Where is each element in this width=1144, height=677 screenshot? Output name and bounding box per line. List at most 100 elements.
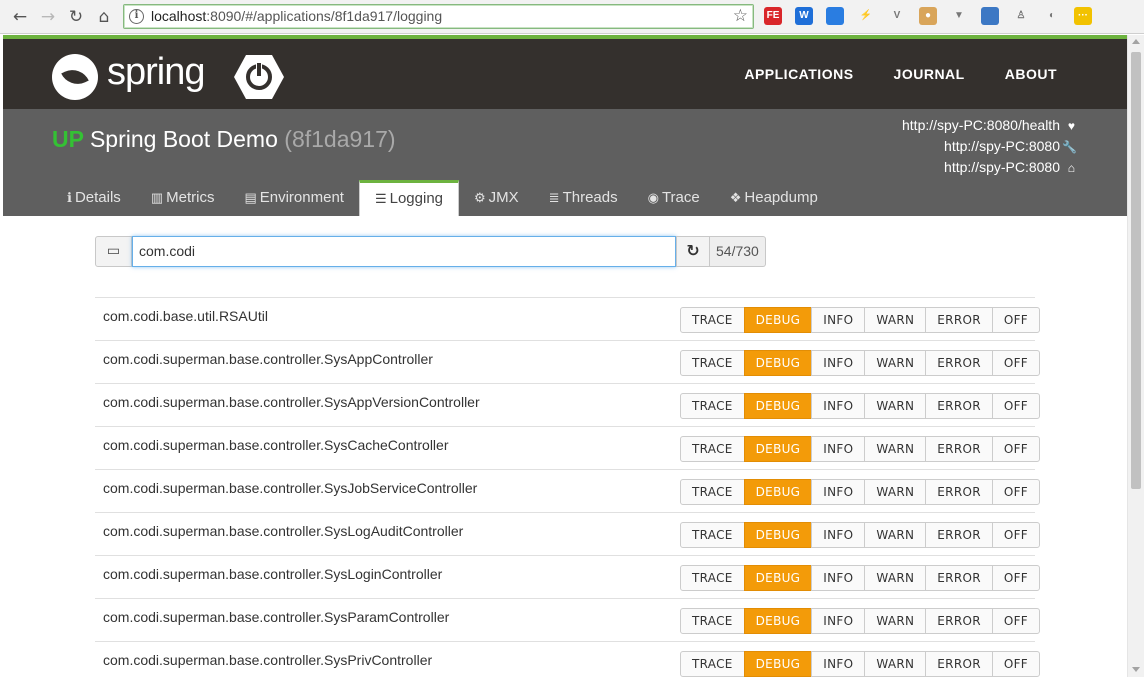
tab-environment[interactable]: ▤ Environment bbox=[229, 180, 359, 216]
level-error-button[interactable]: ERROR bbox=[925, 565, 993, 591]
blue-square-extension-icon[interactable] bbox=[826, 7, 844, 25]
page-scrollbar[interactable] bbox=[1127, 35, 1144, 677]
level-off-button[interactable]: OFF bbox=[991, 608, 1040, 634]
level-info-button[interactable]: INFO bbox=[811, 307, 866, 333]
tab-logging[interactable]: ☰ Logging bbox=[358, 180, 460, 216]
level-error-button[interactable]: ERROR bbox=[925, 393, 993, 419]
level-off-button[interactable]: OFF bbox=[991, 651, 1040, 677]
level-error-button[interactable]: ERROR bbox=[925, 479, 993, 505]
site-info-icon[interactable]: i bbox=[129, 9, 144, 24]
level-warn-button[interactable]: WARN bbox=[864, 608, 927, 634]
window-extension-icon[interactable] bbox=[981, 7, 999, 25]
back-arrow-icon[interactable]: ← bbox=[8, 5, 32, 29]
level-debug-button[interactable]: DEBUG bbox=[743, 479, 813, 505]
level-error-button[interactable]: ERROR bbox=[925, 651, 993, 677]
application-links: http://spy-PC:8080/health ♥ http://spy-PC:… bbox=[902, 115, 1077, 178]
app-link-text: http://spy-PC:8080/health bbox=[902, 117, 1060, 133]
level-warn-button[interactable]: WARN bbox=[864, 307, 927, 333]
cookie-extension-icon[interactable]: ● bbox=[919, 7, 937, 25]
level-trace-button[interactable]: TRACE bbox=[680, 307, 745, 333]
level-off-button[interactable]: OFF bbox=[991, 350, 1040, 376]
tab-trace[interactable]: ◉ Trace bbox=[633, 180, 715, 216]
level-warn-button[interactable]: WARN bbox=[864, 651, 927, 677]
level-trace-button[interactable]: TRACE bbox=[680, 479, 745, 505]
lightning-extension-icon[interactable]: ⚡ bbox=[857, 7, 875, 25]
level-warn-button[interactable]: WARN bbox=[864, 350, 927, 376]
level-trace-button[interactable]: TRACE bbox=[680, 393, 745, 419]
level-warn-button[interactable]: WARN bbox=[864, 522, 927, 548]
level-debug-button[interactable]: DEBUG bbox=[743, 651, 813, 677]
nav-applications[interactable]: APPLICATIONS bbox=[744, 66, 853, 82]
level-trace-button[interactable]: TRACE bbox=[680, 350, 745, 376]
logger-filter-input[interactable]: com.codi bbox=[132, 236, 676, 267]
level-debug-button[interactable]: DEBUG bbox=[743, 307, 813, 333]
level-off-button[interactable]: OFF bbox=[991, 307, 1040, 333]
vue-extension-icon[interactable]: ▼ bbox=[950, 7, 968, 25]
puzzle-extension-icon[interactable]: ♙ bbox=[1012, 7, 1030, 25]
nav-journal[interactable]: JOURNAL bbox=[894, 66, 965, 82]
w-extension-icon[interactable]: W bbox=[795, 7, 813, 25]
level-info-button[interactable]: INFO bbox=[811, 436, 866, 462]
tab-heapdump[interactable]: ❖ Heapdump bbox=[715, 180, 833, 216]
tab-jmx[interactable]: ⚙ JMX bbox=[459, 180, 534, 216]
reload-icon[interactable]: ↻ bbox=[64, 5, 88, 29]
level-error-button[interactable]: ERROR bbox=[925, 307, 993, 333]
level-info-button[interactable]: INFO bbox=[811, 350, 866, 376]
logger-name: com.codi.superman.base.controller.SysLog… bbox=[103, 566, 443, 582]
spring-logo-icon[interactable] bbox=[52, 54, 98, 100]
level-off-button[interactable]: OFF bbox=[991, 393, 1040, 419]
level-trace-button[interactable]: TRACE bbox=[680, 608, 745, 634]
level-trace-button[interactable]: TRACE bbox=[680, 565, 745, 591]
app-link-2[interactable]: http://spy-PC:8080 ⌂ bbox=[902, 157, 1075, 178]
level-off-button[interactable]: OFF bbox=[991, 436, 1040, 462]
level-warn-button[interactable]: WARN bbox=[864, 393, 927, 419]
level-debug-button[interactable]: DEBUG bbox=[743, 436, 813, 462]
level-off-button[interactable]: OFF bbox=[991, 479, 1040, 505]
tab-details[interactable]: ℹ Details bbox=[52, 180, 136, 216]
level-trace-button[interactable]: TRACE bbox=[680, 651, 745, 677]
tab-metrics[interactable]: ▥ Metrics bbox=[136, 180, 230, 216]
level-off-button[interactable]: OFF bbox=[991, 522, 1040, 548]
log-level-buttons: TRACE DEBUG INFO WARN ERROR OFF bbox=[680, 350, 1040, 376]
fe-extension-icon[interactable]: FE bbox=[764, 7, 782, 25]
level-error-button[interactable]: ERROR bbox=[925, 436, 993, 462]
tab-threads[interactable]: ≣ Threads bbox=[534, 180, 633, 216]
folder-icon[interactable]: ▭ bbox=[95, 236, 132, 267]
level-error-button[interactable]: ERROR bbox=[925, 350, 993, 376]
level-debug-button[interactable]: DEBUG bbox=[743, 350, 813, 376]
level-info-button[interactable]: INFO bbox=[811, 608, 866, 634]
nav-about[interactable]: ABOUT bbox=[1005, 66, 1057, 82]
level-off-button[interactable]: OFF bbox=[991, 565, 1040, 591]
scrollbar-thumb[interactable] bbox=[1131, 52, 1141, 489]
scroll-up-arrow-icon[interactable] bbox=[1132, 39, 1140, 44]
circle-extension-icon[interactable]: ◐ bbox=[1043, 7, 1061, 25]
forward-arrow-icon[interactable]: → bbox=[36, 5, 60, 29]
menu-extension-icon[interactable]: ··· bbox=[1074, 7, 1092, 25]
home-icon[interactable]: ⌂ bbox=[92, 5, 116, 29]
app-link-1[interactable]: http://spy-PC:8080 🔧 bbox=[902, 136, 1077, 157]
heartbeat-icon: ♥ bbox=[1067, 119, 1075, 133]
scroll-down-arrow-icon[interactable] bbox=[1132, 667, 1140, 672]
level-debug-button[interactable]: DEBUG bbox=[743, 393, 813, 419]
level-trace-button[interactable]: TRACE bbox=[680, 436, 745, 462]
level-warn-button[interactable]: WARN bbox=[864, 565, 927, 591]
level-info-button[interactable]: INFO bbox=[811, 651, 866, 677]
app-link-0[interactable]: http://spy-PC:8080/health ♥ bbox=[902, 115, 1075, 136]
level-info-button[interactable]: INFO bbox=[811, 522, 866, 548]
level-error-button[interactable]: ERROR bbox=[925, 522, 993, 548]
spring-logo-text[interactable]: spring bbox=[107, 51, 205, 94]
level-debug-button[interactable]: DEBUG bbox=[743, 565, 813, 591]
v-extension-icon[interactable]: V bbox=[888, 7, 906, 25]
level-info-button[interactable]: INFO bbox=[811, 565, 866, 591]
level-error-button[interactable]: ERROR bbox=[925, 608, 993, 634]
level-trace-button[interactable]: TRACE bbox=[680, 522, 745, 548]
address-bar[interactable]: i localhost:8090/#/applications/8f1da917… bbox=[123, 4, 754, 29]
level-debug-button[interactable]: DEBUG bbox=[743, 608, 813, 634]
level-debug-button[interactable]: DEBUG bbox=[743, 522, 813, 548]
refresh-button[interactable]: ↻ bbox=[676, 236, 710, 267]
level-info-button[interactable]: INFO bbox=[811, 479, 866, 505]
level-info-button[interactable]: INFO bbox=[811, 393, 866, 419]
level-warn-button[interactable]: WARN bbox=[864, 479, 927, 505]
bookmark-star-icon[interactable]: ☆ bbox=[733, 6, 748, 26]
level-warn-button[interactable]: WARN bbox=[864, 436, 927, 462]
